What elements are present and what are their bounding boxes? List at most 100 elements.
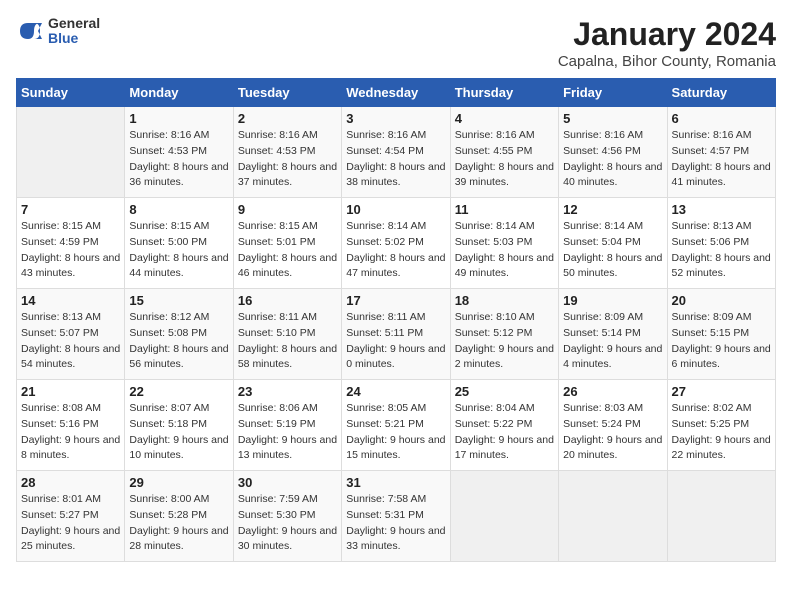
day-cell: 26 Sunrise: 8:03 AMSunset: 5:24 PMDaylig… bbox=[559, 380, 667, 471]
day-number: 23 bbox=[238, 384, 337, 399]
day-info: Sunrise: 8:03 AMSunset: 5:24 PMDaylight:… bbox=[563, 401, 662, 464]
day-cell: 30 Sunrise: 7:59 AMSunset: 5:30 PMDaylig… bbox=[233, 471, 341, 562]
day-info: Sunrise: 8:08 AMSunset: 5:16 PMDaylight:… bbox=[21, 401, 120, 464]
day-cell: 14 Sunrise: 8:13 AMSunset: 5:07 PMDaylig… bbox=[17, 289, 125, 380]
header-row: Sunday Monday Tuesday Wednesday Thursday… bbox=[17, 79, 776, 107]
day-info: Sunrise: 8:00 AMSunset: 5:28 PMDaylight:… bbox=[129, 492, 228, 555]
header-thursday: Thursday bbox=[450, 79, 558, 107]
day-cell: 6 Sunrise: 8:16 AMSunset: 4:57 PMDayligh… bbox=[667, 107, 775, 198]
header-tuesday: Tuesday bbox=[233, 79, 341, 107]
day-info: Sunrise: 8:01 AMSunset: 5:27 PMDaylight:… bbox=[21, 492, 120, 555]
day-info: Sunrise: 8:04 AMSunset: 5:22 PMDaylight:… bbox=[455, 401, 554, 464]
header-saturday: Saturday bbox=[667, 79, 775, 107]
day-number: 17 bbox=[346, 293, 445, 308]
day-info: Sunrise: 8:15 AMSunset: 4:59 PMDaylight:… bbox=[21, 219, 120, 282]
day-number: 11 bbox=[455, 202, 554, 217]
day-cell: 27 Sunrise: 8:02 AMSunset: 5:25 PMDaylig… bbox=[667, 380, 775, 471]
day-cell: 3 Sunrise: 8:16 AMSunset: 4:54 PMDayligh… bbox=[342, 107, 450, 198]
day-info: Sunrise: 7:59 AMSunset: 5:30 PMDaylight:… bbox=[238, 492, 337, 555]
day-info: Sunrise: 8:16 AMSunset: 4:55 PMDaylight:… bbox=[455, 128, 554, 191]
day-cell: 11 Sunrise: 8:14 AMSunset: 5:03 PMDaylig… bbox=[450, 198, 558, 289]
day-cell: 20 Sunrise: 8:09 AMSunset: 5:15 PMDaylig… bbox=[667, 289, 775, 380]
day-number: 1 bbox=[129, 111, 228, 126]
calendar-body: 1 Sunrise: 8:16 AMSunset: 4:53 PMDayligh… bbox=[17, 107, 776, 562]
day-info: Sunrise: 8:15 AMSunset: 5:00 PMDaylight:… bbox=[129, 219, 228, 282]
day-cell: 15 Sunrise: 8:12 AMSunset: 5:08 PMDaylig… bbox=[125, 289, 233, 380]
day-number: 10 bbox=[346, 202, 445, 217]
day-info: Sunrise: 8:16 AMSunset: 4:57 PMDaylight:… bbox=[672, 128, 771, 191]
day-info: Sunrise: 8:16 AMSunset: 4:54 PMDaylight:… bbox=[346, 128, 445, 191]
day-cell bbox=[559, 471, 667, 562]
day-number: 25 bbox=[455, 384, 554, 399]
day-info: Sunrise: 8:09 AMSunset: 5:14 PMDaylight:… bbox=[563, 310, 662, 373]
day-number: 14 bbox=[21, 293, 120, 308]
day-number: 3 bbox=[346, 111, 445, 126]
day-number: 29 bbox=[129, 475, 228, 490]
day-number: 12 bbox=[563, 202, 662, 217]
day-info: Sunrise: 8:13 AMSunset: 5:06 PMDaylight:… bbox=[672, 219, 771, 282]
day-cell: 31 Sunrise: 7:58 AMSunset: 5:31 PMDaylig… bbox=[342, 471, 450, 562]
logo-blue-text: Blue bbox=[48, 31, 100, 46]
day-number: 18 bbox=[455, 293, 554, 308]
day-number: 20 bbox=[672, 293, 771, 308]
day-info: Sunrise: 8:11 AMSunset: 5:10 PMDaylight:… bbox=[238, 310, 337, 373]
day-number: 15 bbox=[129, 293, 228, 308]
day-info: Sunrise: 8:07 AMSunset: 5:18 PMDaylight:… bbox=[129, 401, 228, 464]
day-number: 31 bbox=[346, 475, 445, 490]
week-row-5: 28 Sunrise: 8:01 AMSunset: 5:27 PMDaylig… bbox=[17, 471, 776, 562]
logo: General Blue bbox=[16, 16, 100, 47]
day-number: 30 bbox=[238, 475, 337, 490]
day-info: Sunrise: 8:16 AMSunset: 4:53 PMDaylight:… bbox=[129, 128, 228, 191]
day-cell: 18 Sunrise: 8:10 AMSunset: 5:12 PMDaylig… bbox=[450, 289, 558, 380]
day-cell: 10 Sunrise: 8:14 AMSunset: 5:02 PMDaylig… bbox=[342, 198, 450, 289]
day-number: 22 bbox=[129, 384, 228, 399]
day-cell bbox=[450, 471, 558, 562]
day-info: Sunrise: 7:58 AMSunset: 5:31 PMDaylight:… bbox=[346, 492, 445, 555]
page-header: General Blue January 2024 Capalna, Bihor… bbox=[16, 16, 776, 70]
day-cell: 21 Sunrise: 8:08 AMSunset: 5:16 PMDaylig… bbox=[17, 380, 125, 471]
day-cell: 8 Sunrise: 8:15 AMSunset: 5:00 PMDayligh… bbox=[125, 198, 233, 289]
day-cell: 19 Sunrise: 8:09 AMSunset: 5:14 PMDaylig… bbox=[559, 289, 667, 380]
day-number: 13 bbox=[672, 202, 771, 217]
day-cell bbox=[667, 471, 775, 562]
day-cell: 23 Sunrise: 8:06 AMSunset: 5:19 PMDaylig… bbox=[233, 380, 341, 471]
day-number: 21 bbox=[21, 384, 120, 399]
day-cell: 4 Sunrise: 8:16 AMSunset: 4:55 PMDayligh… bbox=[450, 107, 558, 198]
day-cell: 12 Sunrise: 8:14 AMSunset: 5:04 PMDaylig… bbox=[559, 198, 667, 289]
day-info: Sunrise: 8:09 AMSunset: 5:15 PMDaylight:… bbox=[672, 310, 771, 373]
week-row-1: 1 Sunrise: 8:16 AMSunset: 4:53 PMDayligh… bbox=[17, 107, 776, 198]
day-number: 7 bbox=[21, 202, 120, 217]
calendar-title: January 2024 bbox=[558, 16, 776, 53]
day-info: Sunrise: 8:05 AMSunset: 5:21 PMDaylight:… bbox=[346, 401, 445, 464]
day-cell: 17 Sunrise: 8:11 AMSunset: 5:11 PMDaylig… bbox=[342, 289, 450, 380]
day-number: 27 bbox=[672, 384, 771, 399]
day-info: Sunrise: 8:02 AMSunset: 5:25 PMDaylight:… bbox=[672, 401, 771, 464]
day-number: 5 bbox=[563, 111, 662, 126]
day-cell: 1 Sunrise: 8:16 AMSunset: 4:53 PMDayligh… bbox=[125, 107, 233, 198]
day-info: Sunrise: 8:14 AMSunset: 5:02 PMDaylight:… bbox=[346, 219, 445, 282]
week-row-2: 7 Sunrise: 8:15 AMSunset: 4:59 PMDayligh… bbox=[17, 198, 776, 289]
day-cell: 29 Sunrise: 8:00 AMSunset: 5:28 PMDaylig… bbox=[125, 471, 233, 562]
day-number: 24 bbox=[346, 384, 445, 399]
day-cell: 2 Sunrise: 8:16 AMSunset: 4:53 PMDayligh… bbox=[233, 107, 341, 198]
day-info: Sunrise: 8:16 AMSunset: 4:56 PMDaylight:… bbox=[563, 128, 662, 191]
title-section: January 2024 Capalna, Bihor County, Roma… bbox=[558, 16, 776, 70]
header-monday: Monday bbox=[125, 79, 233, 107]
logo-icon bbox=[16, 17, 44, 45]
day-number: 2 bbox=[238, 111, 337, 126]
header-sunday: Sunday bbox=[17, 79, 125, 107]
logo-general-text: General bbox=[48, 16, 100, 31]
day-cell: 28 Sunrise: 8:01 AMSunset: 5:27 PMDaylig… bbox=[17, 471, 125, 562]
day-cell: 22 Sunrise: 8:07 AMSunset: 5:18 PMDaylig… bbox=[125, 380, 233, 471]
day-number: 9 bbox=[238, 202, 337, 217]
header-friday: Friday bbox=[559, 79, 667, 107]
day-number: 8 bbox=[129, 202, 228, 217]
day-cell: 24 Sunrise: 8:05 AMSunset: 5:21 PMDaylig… bbox=[342, 380, 450, 471]
day-number: 16 bbox=[238, 293, 337, 308]
day-info: Sunrise: 8:15 AMSunset: 5:01 PMDaylight:… bbox=[238, 219, 337, 282]
day-cell: 5 Sunrise: 8:16 AMSunset: 4:56 PMDayligh… bbox=[559, 107, 667, 198]
day-cell: 25 Sunrise: 8:04 AMSunset: 5:22 PMDaylig… bbox=[450, 380, 558, 471]
day-cell: 7 Sunrise: 8:15 AMSunset: 4:59 PMDayligh… bbox=[17, 198, 125, 289]
day-info: Sunrise: 8:13 AMSunset: 5:07 PMDaylight:… bbox=[21, 310, 120, 373]
day-cell: 13 Sunrise: 8:13 AMSunset: 5:06 PMDaylig… bbox=[667, 198, 775, 289]
